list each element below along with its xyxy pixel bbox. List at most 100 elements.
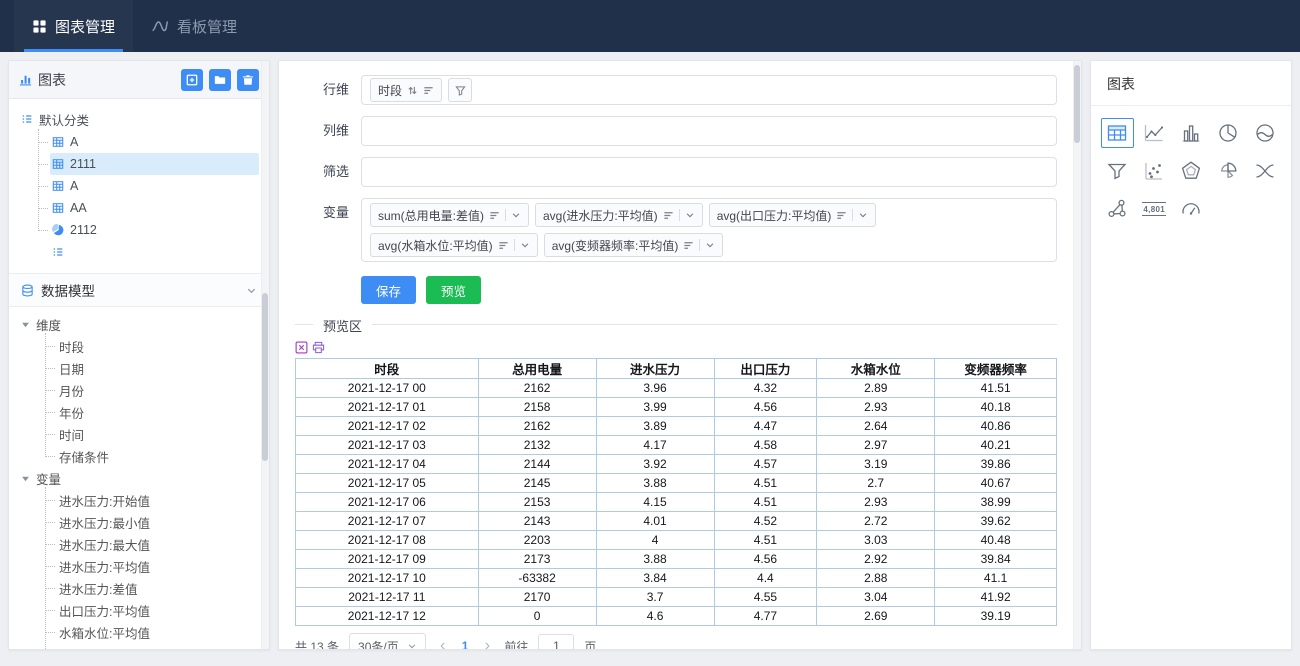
- sort-icon[interactable]: [407, 85, 418, 96]
- table-row: 2021-12-17 08220344.513.0340.48: [296, 531, 1057, 550]
- chart-tree-item-A[interactable]: A: [50, 175, 259, 197]
- relation-chart-icon[interactable]: [1101, 194, 1134, 224]
- table-cell: 41.92: [935, 588, 1057, 607]
- variable-tag-avg(出口压力:平均值)[interactable]: avg(出口压力:平均值): [709, 203, 877, 227]
- filter-input[interactable]: [361, 157, 1057, 187]
- chart-tree-item-2111[interactable]: 2111: [50, 153, 259, 175]
- table-cell: 39.84: [935, 550, 1057, 569]
- model-field-变频器频率:平均值[interactable]: 变频器频率:平均值: [57, 643, 259, 650]
- tree-footer-item[interactable]: [50, 241, 269, 263]
- column-header-时段[interactable]: 时段: [296, 359, 479, 379]
- chevron-down-icon[interactable]: [685, 210, 695, 220]
- nav-tab-图表管理[interactable]: 图表管理: [14, 0, 133, 52]
- model-field-出口压力:平均值[interactable]: 出口压力:平均值: [57, 599, 259, 621]
- table-cell: 2143: [478, 512, 596, 531]
- table-cell: 2.69: [817, 607, 935, 626]
- prev-page-button[interactable]: ‹: [436, 638, 450, 649]
- model-field-水箱水位:平均值[interactable]: 水箱水位:平均值: [57, 621, 259, 643]
- chart-tree-item-A[interactable]: A: [50, 131, 259, 153]
- chart-tree-item-2112[interactable]: 2112: [50, 219, 259, 241]
- col-dimension-input[interactable]: [361, 116, 1057, 146]
- liquid-chart-icon[interactable]: [1248, 118, 1281, 148]
- rose-chart-icon[interactable]: [1211, 156, 1244, 186]
- column-header-出口压力[interactable]: 出口压力: [714, 359, 817, 379]
- scatter-chart-icon[interactable]: [1138, 156, 1171, 186]
- table-chart-icon: [52, 180, 64, 192]
- table-row: 2021-12-17 0421443.924.573.1939.86: [296, 455, 1057, 474]
- tree-root-category[interactable]: 默认分类: [21, 107, 269, 131]
- radar-chart-icon[interactable]: [1175, 156, 1208, 186]
- filter-funnel-icon[interactable]: [448, 78, 472, 102]
- row-dimension-input[interactable]: 时段: [361, 75, 1057, 105]
- chevron-down-icon[interactable]: [858, 210, 868, 220]
- sort-lines-icon[interactable]: [489, 210, 500, 221]
- pie-chart-icon[interactable]: [1211, 118, 1244, 148]
- export-excel-icon[interactable]: [295, 341, 308, 354]
- current-page[interactable]: 1: [460, 639, 471, 649]
- model-field-进水压力:平均值[interactable]: 进水压力:平均值: [57, 555, 259, 577]
- field-label: 进水压力:平均值: [59, 557, 150, 576]
- chevron-down-icon[interactable]: [246, 285, 257, 296]
- variable-tag-sum(总用电量:差值)[interactable]: sum(总用电量:差值): [370, 203, 529, 227]
- chevron-down-icon[interactable]: [511, 210, 521, 220]
- left-scrollbar[interactable]: [261, 61, 269, 649]
- table-cell: 4.01: [596, 512, 714, 531]
- table-chart-icon[interactable]: [1101, 118, 1134, 148]
- add-chart-button[interactable]: [181, 69, 203, 91]
- model-field-进水压力:最大值[interactable]: 进水压力:最大值: [57, 533, 259, 555]
- chevron-down-icon[interactable]: [705, 240, 715, 250]
- preview-section-divider: 预览区: [295, 324, 1057, 325]
- main-scrollbar[interactable]: [1073, 61, 1081, 649]
- model-group-变量[interactable]: 变量: [21, 467, 269, 489]
- next-page-button[interactable]: ›: [480, 638, 494, 649]
- model-field-月份[interactable]: 月份: [57, 379, 259, 401]
- funnel-chart-icon[interactable]: [1101, 156, 1134, 186]
- model-field-时间[interactable]: 时间: [57, 423, 259, 445]
- print-icon[interactable]: [312, 341, 325, 354]
- nav-tab-看板管理[interactable]: 看板管理: [133, 0, 255, 52]
- chevron-down-icon[interactable]: [520, 240, 530, 250]
- model-field-存储条件[interactable]: 存储条件: [57, 445, 259, 467]
- sankey-chart-icon[interactable]: [1248, 156, 1281, 186]
- model-field-年份[interactable]: 年份: [57, 401, 259, 423]
- model-group-维度[interactable]: 维度: [21, 313, 269, 335]
- sort-lines-icon[interactable]: [498, 240, 509, 251]
- variable-tag-avg(变频器频率:平均值)[interactable]: avg(变频器频率:平均值): [544, 233, 724, 257]
- bar-chart-icon[interactable]: [1175, 118, 1208, 148]
- table-cell: 4.55: [714, 588, 817, 607]
- model-field-时段[interactable]: 时段: [57, 335, 259, 357]
- variables-input[interactable]: sum(总用电量:差值)avg(进水压力:平均值)avg(出口压力:平均值) av…: [361, 198, 1057, 262]
- sort-lines-icon[interactable]: [663, 210, 674, 221]
- table-cell: 2.89: [817, 379, 935, 398]
- column-header-变频器频率[interactable]: 变频器频率: [935, 359, 1057, 379]
- column-header-水箱水位[interactable]: 水箱水位: [817, 359, 935, 379]
- sort-lines-icon[interactable]: [836, 210, 847, 221]
- table-cell: 2021-12-17 02: [296, 417, 479, 436]
- page-size-select[interactable]: 30条/页: [349, 633, 426, 649]
- line-chart-icon[interactable]: [1138, 118, 1171, 148]
- model-field-进水压力:差值[interactable]: 进水压力:差值: [57, 577, 259, 599]
- save-button[interactable]: 保存: [361, 276, 416, 304]
- gauge-chart-icon[interactable]: [1175, 194, 1208, 224]
- preview-button[interactable]: 预览: [426, 276, 481, 304]
- table-cell: 40.67: [935, 474, 1057, 493]
- row-dim-tag-时段[interactable]: 时段: [370, 78, 442, 102]
- goto-page-input[interactable]: [538, 634, 574, 649]
- delete-button[interactable]: [237, 69, 259, 91]
- sort-lines-icon[interactable]: [683, 240, 694, 251]
- column-header-总用电量[interactable]: 总用电量: [478, 359, 596, 379]
- model-field-进水压力:开始值[interactable]: 进水压力:开始值: [57, 489, 259, 511]
- variable-tag-avg(水箱水位:平均值)[interactable]: avg(水箱水位:平均值): [370, 233, 538, 257]
- model-field-进水压力:最小值[interactable]: 进水压力:最小值: [57, 511, 259, 533]
- folder-button[interactable]: [209, 69, 231, 91]
- table-cell: 3.84: [596, 569, 714, 588]
- data-model-header[interactable]: 数据模型: [9, 273, 269, 307]
- model-field-日期[interactable]: 日期: [57, 357, 259, 379]
- sort-lines-icon[interactable]: [423, 85, 434, 96]
- chart-tree-item-AA[interactable]: AA: [50, 197, 259, 219]
- table-cell: 4.51: [714, 474, 817, 493]
- card-chart-icon[interactable]: 4,801: [1138, 194, 1171, 224]
- variable-tag-avg(进水压力:平均值)[interactable]: avg(进水压力:平均值): [535, 203, 703, 227]
- column-header-进水压力[interactable]: 进水压力: [596, 359, 714, 379]
- chart-list-header: 图表: [9, 61, 269, 99]
